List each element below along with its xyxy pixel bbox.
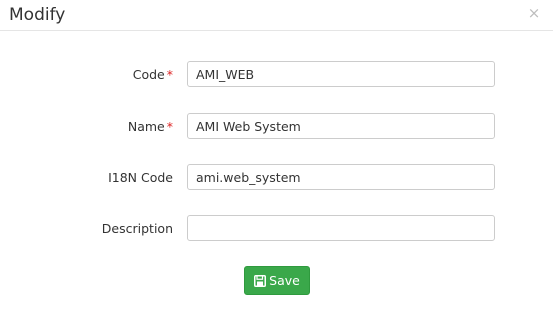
i18n-code-label: I18N Code: [108, 170, 173, 186]
save-button[interactable]: Save: [244, 266, 310, 295]
i18n-code-label-text: I18N Code: [108, 170, 173, 185]
description-label-text: Description: [101, 221, 173, 236]
code-input[interactable]: [187, 61, 495, 87]
i18n-code-input[interactable]: [187, 164, 495, 190]
name-label-text: Name: [127, 119, 165, 134]
code-label-text: Code: [132, 67, 165, 82]
required-mark: *: [166, 67, 173, 82]
required-mark: *: [166, 119, 173, 134]
name-input[interactable]: [187, 113, 495, 139]
close-icon[interactable]: ×: [527, 6, 541, 21]
floppy-disk-icon: [254, 274, 267, 287]
form-row-i18n-code: I18N Code: [0, 163, 553, 193]
modify-dialog: Modify × Code* Name* I18N Code Descripti…: [0, 0, 553, 310]
dialog-title: Modify: [9, 5, 66, 25]
save-label: Save: [269, 273, 300, 288]
description-input[interactable]: [187, 215, 495, 241]
description-label: Description: [102, 221, 173, 237]
dialog-header: Modify ×: [0, 0, 553, 31]
code-label: Code *: [133, 67, 173, 83]
form-row-description: Description: [0, 214, 553, 244]
name-label: Name *: [128, 119, 173, 135]
form-row-name: Name *: [0, 112, 553, 142]
form-row-code: Code *: [0, 60, 553, 90]
